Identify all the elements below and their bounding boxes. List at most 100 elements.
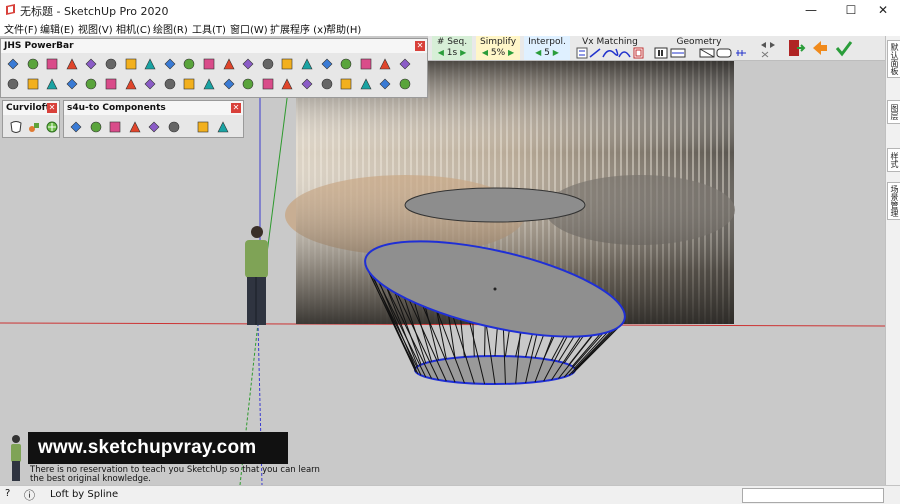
s4u-tool-icon[interactable] bbox=[216, 120, 230, 134]
powerbar-tool-icon[interactable] bbox=[26, 77, 40, 91]
measurements-box[interactable] bbox=[742, 488, 884, 503]
powerbar-tool-icon[interactable] bbox=[104, 77, 118, 91]
s4u-tool-icon[interactable] bbox=[128, 120, 142, 134]
powerbar-tool-icon[interactable] bbox=[65, 57, 79, 71]
powerbar-tool-icon[interactable] bbox=[339, 57, 353, 71]
exit-tool-icon[interactable] bbox=[786, 38, 806, 58]
powerbar-tool-icon[interactable] bbox=[300, 77, 314, 91]
menu-extensions[interactable]: 扩展程序 (x) bbox=[270, 21, 327, 36]
powerbar-tool-icon[interactable] bbox=[6, 57, 20, 71]
skinning-contour-icon[interactable] bbox=[45, 120, 59, 134]
right-dock: 默认面板 图层 样式 场景管理 bbox=[885, 36, 900, 485]
banner-url: www.sketchupvray.com bbox=[38, 437, 257, 458]
powerbar-tool-icon[interactable] bbox=[222, 77, 236, 91]
powerbar-tool-icon[interactable] bbox=[280, 57, 294, 71]
powerbar-tool-icon[interactable] bbox=[378, 57, 392, 71]
powerbar-tool-icon[interactable] bbox=[359, 77, 373, 91]
powerbar-tool-icon[interactable] bbox=[124, 77, 138, 91]
loft-by-spline-icon[interactable] bbox=[9, 120, 23, 134]
mascot-figure-icon bbox=[11, 435, 21, 481]
palette-close-button[interactable]: ✕ bbox=[231, 103, 241, 113]
maximize-button[interactable]: ☐ bbox=[834, 0, 868, 20]
simplify-control[interactable]: Simplify ◀ 5% ▶ bbox=[476, 36, 520, 60]
vx-matching-group: Vx Matching bbox=[574, 36, 646, 60]
powerbar-tool-icon[interactable] bbox=[45, 57, 59, 71]
powerbar-tool-icon[interactable] bbox=[261, 57, 275, 71]
website-banner: www.sketchupvray.com bbox=[28, 432, 288, 464]
geometry-icons[interactable] bbox=[654, 47, 748, 59]
s4u-tool-icon[interactable] bbox=[89, 120, 103, 134]
dock-tab-styles[interactable]: 样式 bbox=[887, 148, 900, 172]
powerbar-tool-icon[interactable] bbox=[124, 57, 138, 71]
powerbar-tool-icon[interactable] bbox=[104, 57, 118, 71]
loft-along-path-icon[interactable] bbox=[27, 120, 41, 134]
dock-tab-scenes[interactable]: 场景管理 bbox=[887, 182, 900, 220]
powerbar-tool-icon[interactable] bbox=[398, 77, 412, 91]
menu-view[interactable]: 视图(V) bbox=[78, 21, 113, 36]
menu-tools[interactable]: 工具(T) bbox=[192, 21, 226, 36]
undo-redo-icon[interactable] bbox=[758, 38, 778, 58]
minimize-button[interactable]: — bbox=[794, 0, 828, 20]
powerbar-tool-icon[interactable] bbox=[300, 57, 314, 71]
geometry-group: Geometry bbox=[650, 36, 748, 60]
powerbar-tool-icon[interactable] bbox=[182, 77, 196, 91]
powerbar-tool-icon[interactable] bbox=[182, 57, 196, 71]
powerbar-tool-icon[interactable] bbox=[359, 57, 373, 71]
powerbar-tool-icon[interactable] bbox=[241, 57, 255, 71]
menu-bar: 文件(F) 编辑(E) 视图(V) 相机(C) 绘图(R) 工具(T) 窗口(W… bbox=[0, 20, 900, 36]
validate-check-icon[interactable] bbox=[834, 38, 854, 58]
powerbar-tool-icon[interactable] bbox=[398, 57, 412, 71]
s4u-tool-icon[interactable] bbox=[108, 120, 122, 134]
powerbar-tool-icon[interactable] bbox=[65, 77, 79, 91]
powerbar-tool-icon[interactable] bbox=[320, 77, 334, 91]
palette-close-button[interactable]: ✕ bbox=[415, 41, 425, 51]
powerbar-tool-icon[interactable] bbox=[84, 77, 98, 91]
sketchup-logo-icon bbox=[6, 4, 15, 15]
curviloft-palette[interactable]: Curviloft ✕ bbox=[2, 100, 60, 138]
powerbar-tool-icon[interactable] bbox=[378, 77, 392, 91]
powerbar-tool-icon[interactable] bbox=[339, 77, 353, 91]
menu-edit[interactable]: 编辑(E) bbox=[40, 21, 74, 36]
status-bar: ? ⓘ Loft by Spline bbox=[0, 485, 900, 504]
palette-title: s4u-to Components bbox=[64, 101, 243, 115]
powerbar-tool-icon[interactable] bbox=[163, 57, 177, 71]
dock-tab-layers[interactable]: 图层 bbox=[887, 100, 900, 124]
powerbar-tool-icon[interactable] bbox=[143, 77, 157, 91]
powerbar-tool-icon[interactable] bbox=[84, 57, 98, 71]
powerbar-tool-icon[interactable] bbox=[45, 77, 59, 91]
palette-close-button[interactable]: ✕ bbox=[47, 103, 57, 113]
powerbar-tool-icon[interactable] bbox=[222, 57, 236, 71]
menu-file[interactable]: 文件(F) bbox=[4, 21, 38, 36]
powerbar-tool-icon[interactable] bbox=[6, 77, 20, 91]
menu-help[interactable]: 帮助(H) bbox=[326, 21, 361, 36]
vx-matching-icons[interactable] bbox=[576, 47, 644, 59]
interpol-value: 5 bbox=[544, 48, 550, 58]
s4u-tool-icon[interactable] bbox=[147, 120, 161, 134]
powerbar-tool-icon[interactable] bbox=[143, 57, 157, 71]
powerbar-tool-icon[interactable] bbox=[26, 57, 40, 71]
interpolation-control[interactable]: Interpol. ◀ 5 ▶ bbox=[524, 36, 570, 60]
jhs-powerbar-palette[interactable]: JHS PowerBar ✕ bbox=[0, 38, 428, 98]
powerbar-tool-icon[interactable] bbox=[202, 57, 216, 71]
status-help-icon[interactable]: ? bbox=[5, 488, 10, 499]
back-arrow-icon[interactable] bbox=[810, 38, 830, 58]
dock-tab-default-tray[interactable]: 默认面板 bbox=[887, 40, 900, 78]
s4u-components-palette[interactable]: s4u-to Components ✕ bbox=[63, 100, 244, 138]
menu-camera[interactable]: 相机(C) bbox=[116, 21, 151, 36]
menu-draw[interactable]: 绘图(R) bbox=[153, 21, 188, 36]
status-info-icon[interactable]: ⓘ bbox=[24, 487, 35, 503]
powerbar-tool-icon[interactable] bbox=[163, 77, 177, 91]
powerbar-tool-icon[interactable] bbox=[202, 77, 216, 91]
powerbar-tool-icon[interactable] bbox=[320, 57, 334, 71]
powerbar-tool-icon[interactable] bbox=[241, 77, 255, 91]
close-button[interactable]: ✕ bbox=[866, 0, 900, 20]
main-toolbar: # Seq. ◀ 1s ▶ Simplify ◀ 5% ▶ Interpol. … bbox=[428, 36, 885, 61]
powerbar-tool-icon[interactable] bbox=[261, 77, 275, 91]
menu-window[interactable]: 窗口(W) bbox=[230, 21, 268, 36]
palette-title: JHS PowerBar bbox=[1, 39, 427, 53]
powerbar-tool-icon[interactable] bbox=[280, 77, 294, 91]
s4u-tool-icon[interactable] bbox=[167, 120, 181, 134]
seq-control[interactable]: # Seq. ◀ 1s ▶ bbox=[432, 36, 472, 60]
s4u-tool-icon[interactable] bbox=[196, 120, 210, 134]
s4u-tool-icon[interactable] bbox=[69, 120, 83, 134]
